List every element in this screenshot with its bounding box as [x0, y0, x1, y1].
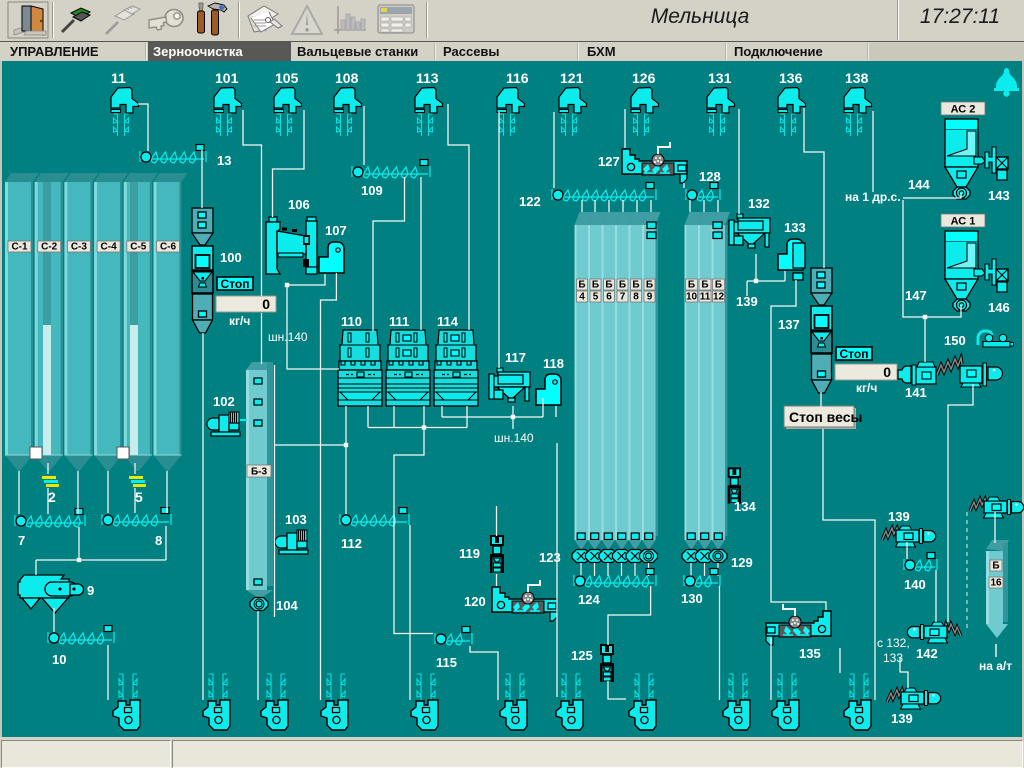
svg-text:139: 139 [888, 509, 910, 524]
svg-text:104: 104 [276, 598, 298, 613]
svg-text:140: 140 [904, 577, 926, 592]
svg-text:112: 112 [341, 536, 362, 551]
svg-text:С-6: С-6 [160, 242, 177, 253]
svg-text:Б: Б [688, 280, 695, 291]
svg-text:100: 100 [220, 250, 242, 265]
svg-text:0: 0 [262, 296, 270, 312]
svg-text:139: 139 [891, 711, 913, 726]
svg-text:7: 7 [18, 533, 25, 548]
svg-text:144: 144 [908, 177, 930, 192]
svg-text:127: 127 [598, 154, 620, 169]
svg-text:147: 147 [905, 288, 927, 303]
svg-text:С-2: С-2 [41, 242, 58, 253]
svg-text:134: 134 [734, 499, 756, 514]
svg-text:Б: Б [646, 280, 653, 291]
svg-text:115: 115 [436, 655, 457, 670]
svg-text:133: 133 [883, 651, 903, 665]
svg-text:126: 126 [632, 70, 656, 86]
svg-text:106: 106 [288, 197, 310, 212]
svg-text:150: 150 [944, 333, 966, 348]
svg-text:кг/ч: кг/ч [856, 381, 877, 395]
svg-text:117: 117 [505, 350, 526, 365]
svg-text:С-1: С-1 [11, 242, 28, 253]
svg-text:124: 124 [578, 592, 600, 607]
svg-text:131: 131 [708, 70, 732, 86]
svg-text:Б: Б [605, 280, 612, 291]
svg-text:5: 5 [135, 489, 143, 505]
svg-text:108: 108 [335, 70, 359, 86]
svg-text:129: 129 [731, 555, 753, 570]
svg-text:103: 103 [285, 512, 307, 527]
svg-text:109: 109 [361, 183, 383, 198]
svg-text:11: 11 [700, 292, 711, 303]
svg-text:с 132,: с 132, [877, 636, 910, 650]
svg-text:10: 10 [686, 292, 698, 303]
svg-text:Б-3: Б-3 [251, 467, 268, 478]
svg-text:118: 118 [543, 356, 564, 371]
svg-text:125: 125 [571, 648, 593, 663]
svg-text:143: 143 [988, 188, 1010, 203]
svg-text:138: 138 [845, 70, 869, 86]
svg-text:135: 135 [799, 646, 821, 661]
svg-text:132: 132 [748, 196, 770, 211]
svg-text:146: 146 [988, 300, 1010, 315]
svg-text:Б: Б [992, 561, 999, 572]
svg-text:11: 11 [111, 70, 126, 86]
svg-text:Б: Б [701, 280, 708, 291]
svg-text:8: 8 [633, 292, 639, 303]
svg-text:на а/т: на а/т [979, 659, 1012, 673]
svg-text:119: 119 [459, 546, 480, 561]
svg-text:Б: Б [715, 280, 722, 291]
svg-text:128: 128 [699, 169, 721, 184]
svg-text:16: 16 [990, 578, 1002, 589]
svg-text:на 1 др.с.: на 1 др.с. [845, 190, 901, 204]
svg-text:АС 2: АС 2 [951, 104, 976, 116]
svg-text:136: 136 [779, 70, 803, 86]
svg-text:133: 133 [784, 220, 806, 235]
svg-text:142: 142 [916, 646, 938, 661]
svg-text:Б: Б [619, 280, 626, 291]
svg-text:6: 6 [606, 292, 612, 303]
svg-text:13: 13 [217, 153, 231, 168]
svg-text:122: 122 [519, 194, 541, 209]
svg-text:С-4: С-4 [101, 242, 118, 253]
svg-text:Стоп: Стоп [840, 347, 869, 361]
svg-text:9: 9 [647, 292, 653, 303]
svg-text:10: 10 [52, 652, 66, 667]
svg-text:Б: Б [592, 280, 599, 291]
svg-text:кг/ч: кг/ч [229, 314, 250, 328]
svg-text:120: 120 [464, 594, 486, 609]
svg-text:шн.140: шн.140 [494, 431, 534, 445]
svg-text:111: 111 [389, 314, 409, 329]
svg-text:101: 101 [215, 70, 239, 86]
svg-text:102: 102 [213, 394, 235, 409]
svg-text:7: 7 [620, 292, 626, 303]
svg-text:12: 12 [713, 292, 725, 303]
svg-text:0: 0 [883, 364, 891, 380]
svg-text:121: 121 [560, 70, 584, 86]
svg-text:Б: Б [632, 280, 639, 291]
svg-text:С-5: С-5 [130, 242, 147, 253]
svg-text:шн.140: шн.140 [268, 330, 308, 344]
svg-text:4: 4 [579, 292, 585, 303]
svg-text:Б: Б [578, 280, 585, 291]
svg-text:116: 116 [506, 70, 529, 86]
svg-text:130: 130 [681, 591, 703, 606]
svg-text:139: 139 [736, 294, 758, 309]
svg-text:Стоп: Стоп [221, 277, 250, 291]
svg-text:АС 1: АС 1 [951, 216, 976, 228]
svg-text:105: 105 [275, 70, 299, 86]
svg-text:Стоп весы: Стоп весы [789, 409, 862, 425]
svg-text:110: 110 [341, 314, 362, 329]
svg-text:5: 5 [593, 292, 599, 303]
svg-text:9: 9 [87, 583, 94, 598]
svg-text:141: 141 [905, 385, 927, 400]
svg-text:114: 114 [437, 314, 459, 329]
svg-text:113: 113 [416, 70, 439, 86]
svg-text:107: 107 [325, 223, 347, 238]
svg-text:8: 8 [155, 533, 162, 548]
svg-text:С-3: С-3 [71, 242, 88, 253]
svg-text:2: 2 [48, 489, 56, 505]
svg-text:137: 137 [778, 317, 800, 332]
